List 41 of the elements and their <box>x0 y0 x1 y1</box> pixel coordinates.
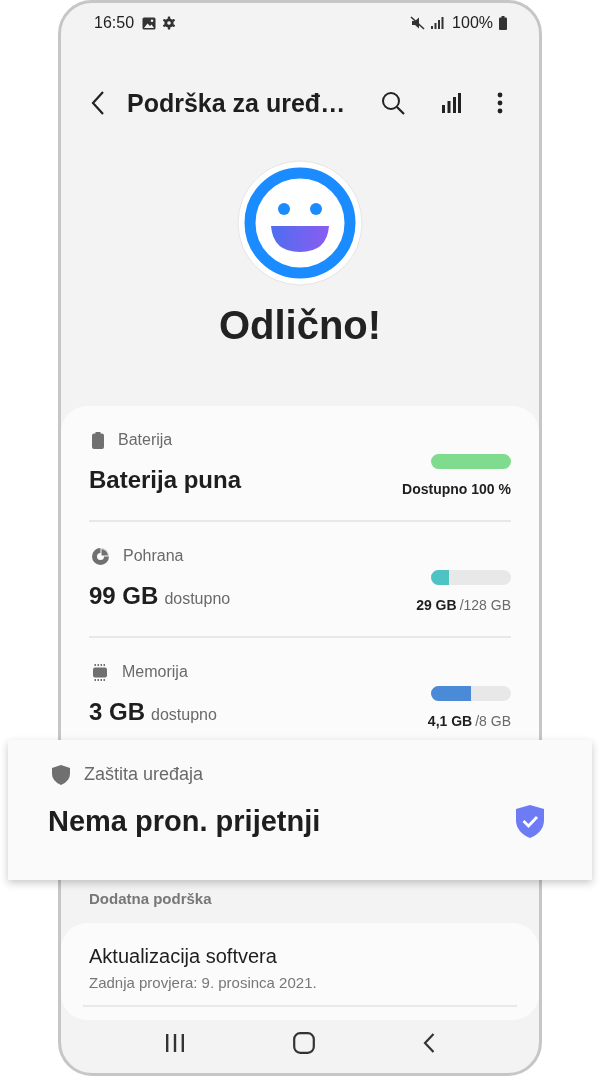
protection-label: Zaštita uređaja <box>84 764 204 785</box>
battery-icon <box>499 16 507 30</box>
reading-value: 29 GB <box>416 597 457 613</box>
reading-total: /8 GB <box>475 713 511 729</box>
mute-icon <box>410 16 426 30</box>
back-icon[interactable] <box>423 1032 435 1053</box>
item-value: 3 GB <box>89 698 145 726</box>
item-label: Memorija <box>122 663 188 681</box>
protection-card[interactable]: Zaštita uređaja Nema pron. prijetnji <box>8 740 592 880</box>
image-icon <box>142 16 157 30</box>
page-title: Podrška za uređ… <box>127 88 347 118</box>
signal-icon <box>431 17 445 29</box>
reading-total: /128 GB <box>459 597 511 613</box>
protection-value: Nema pron. prijetnji <box>48 805 321 838</box>
item-unit: dostupno <box>164 590 231 608</box>
battery-icon <box>92 431 104 449</box>
shield-icon <box>52 764 70 785</box>
item-label: Baterija <box>118 431 173 449</box>
chip-icon <box>92 663 108 681</box>
bar-graph-icon[interactable] <box>441 93 461 113</box>
section-title: Dodatna podrška <box>88 889 213 909</box>
item-label: Pohrana <box>123 547 184 565</box>
shield-check-icon <box>516 805 544 838</box>
item-value: 99 GB <box>89 582 159 610</box>
smiley-face-icon <box>235 158 365 288</box>
home-icon[interactable] <box>293 1031 315 1054</box>
item-value: Baterija puna <box>89 466 242 494</box>
reading-value: Dostupno 100 % <box>402 481 511 497</box>
list-item-subtitle: Zadnja provjera: 9. prosinca 2021. <box>89 974 318 991</box>
pie-chart-icon <box>92 547 109 565</box>
search-icon[interactable] <box>381 91 405 115</box>
reading-value: 4,1 GB <box>427 713 473 729</box>
back-icon[interactable] <box>91 91 105 115</box>
battery-percent: 100% <box>452 14 493 32</box>
settings-icon <box>162 16 177 30</box>
status-time: 16:50 <box>94 14 135 32</box>
recent-apps-icon[interactable] <box>165 1032 185 1053</box>
more-icon[interactable] <box>497 92 503 114</box>
list-item-title[interactable]: Aktualizacija softvera <box>89 945 511 968</box>
status-headline: Odlično! <box>217 302 383 349</box>
item-unit: dostupno <box>151 706 217 724</box>
